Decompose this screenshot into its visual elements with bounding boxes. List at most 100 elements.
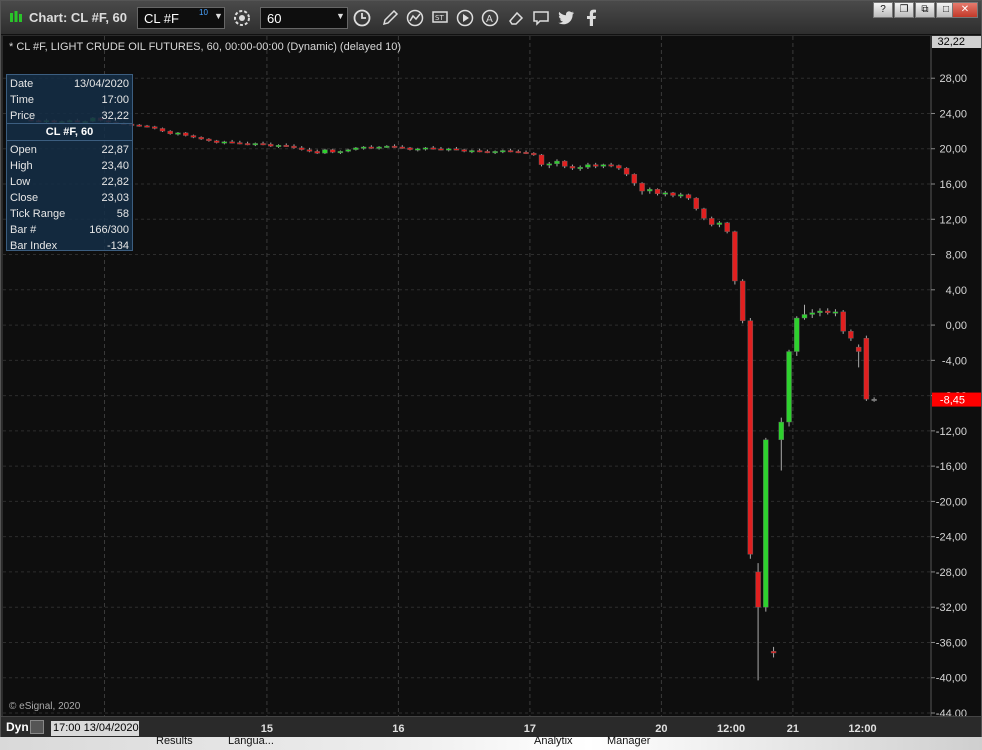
pencil-icon[interactable] [378,7,402,29]
cursor-time-label: 17:00 13/04/2020 [51,721,139,736]
candle-down [724,222,730,232]
candle-down [461,149,467,152]
candle-down [523,152,529,154]
candle-down [747,320,754,555]
candle-up [662,192,668,195]
data-row-value: 23,40 [101,160,129,172]
data-row-low: Low 22,82 [7,174,132,190]
candle-down [670,192,676,196]
taskbar-item[interactable]: Results [156,735,193,747]
x-tick-label: 15 [260,723,274,735]
price-chart[interactable]: 28,00 24,00 20,00 16,00 12,00 8,00 4,00 0,00 -4,… [3,36,981,716]
taskbar-item[interactable]: Langua... [228,735,274,747]
candle-up [469,150,475,153]
candle-up [500,150,506,153]
candle-up [345,149,351,152]
chart-pane[interactable]: 28,00 24,00 20,00 16,00 12,00 8,00 4,00 0,00 -4,… [3,36,981,716]
data-row-key: Open [10,144,37,156]
close-button[interactable]: ✕ [952,2,978,18]
copyright: © eSignal, 2020 [9,701,81,712]
y-tick-label: -44,00 [936,708,967,716]
play-icon[interactable] [453,7,477,29]
x-tick-label: 21 [786,723,800,735]
candle-up [546,163,552,166]
candle-down [654,189,661,194]
chart-window: Chart: CL #F, 60 CL #F 10 ▼ 60 ▼ ST A ? … [0,0,982,750]
data-row-key: Tick Range [10,208,66,220]
y-tick-label: 16,00 [939,179,967,191]
data-row-key: Bar # [10,224,37,236]
candle-down [368,146,375,149]
candle-up [786,351,792,423]
candle-down [152,126,158,129]
y-tick-label: 8,00 [946,250,967,262]
candle-up [763,439,769,608]
candle-down [291,145,297,149]
chart-header: * CL #F, LIGHT CRUDE OIL FUTURES, 60, 00… [9,41,402,53]
candle-up [716,222,723,225]
taskbar-item[interactable]: Manager [607,735,650,747]
candle-up [322,149,328,154]
analyze-icon[interactable]: A [478,7,502,29]
candle-down [237,142,243,145]
candle-up [415,148,421,151]
chevron-down-icon[interactable]: ▼ [336,11,345,21]
data-row-value: -134 [106,240,129,252]
comment-icon[interactable] [529,7,553,29]
candle-down [538,154,545,165]
taskbar: Results Langua... Analytix Manager [0,735,982,750]
data-row-tick-range: Tick Range 58 [7,206,132,222]
chevron-down-icon[interactable]: ▼ [214,11,223,21]
dynamic-mode-label[interactable]: Dyn [6,720,29,734]
candle-down [299,147,305,150]
candle-down [476,150,483,153]
candle-down [182,132,189,136]
taskbar-item[interactable]: Analytix [534,735,573,747]
candle-down [623,167,630,175]
data-row-key: High [10,160,33,172]
data-row-value: 13/04/2020 [73,78,129,90]
link-window-button[interactable]: ⧉ [915,2,935,18]
data-row-key: Time [10,94,35,106]
candle-down [701,208,707,219]
data-row-value: 22,87 [101,144,129,156]
candle-down [848,331,854,339]
candle-up [647,189,653,192]
y-tick-label: -40,00 [936,673,967,685]
symbol-input[interactable]: CL #F [137,7,225,29]
candle-up [600,164,607,167]
study-icon[interactable]: ST [429,7,453,29]
data-row-bar-: Bar # 166/300 [7,222,132,238]
twitter-icon[interactable] [554,7,578,29]
y-tick-label: 12,00 [939,214,967,226]
candle-up [175,132,181,135]
candle-down [531,152,537,156]
time-axis-bar: Dyn 17:00 13/04/2020 15 16 17 20 12:00 21 12:0… [1,716,981,738]
candle-down [268,144,274,147]
y-tick-label: -12,00 [936,426,967,438]
y-tick-label: -16,00 [936,461,967,473]
x-tick-label: 12:00 [848,723,877,735]
candle-up [817,310,823,313]
restore-button[interactable]: ❐ [894,2,914,18]
data-row-key: Close [10,192,39,204]
clock-icon[interactable] [350,7,374,29]
settings-icon[interactable] [230,7,254,29]
candle-down [438,148,444,151]
interval-input[interactable]: 60 [260,7,348,29]
lock-icon[interactable] [30,720,44,734]
help-button[interactable]: ? [873,2,893,18]
title-bar[interactable]: Chart: CL #F, 60 CL #F 10 ▼ 60 ▼ ST A ? … [1,1,981,35]
svg-text:ST: ST [435,14,444,22]
line-draw-icon[interactable] [403,7,427,29]
candle-down [507,150,514,153]
facebook-icon[interactable] [579,7,603,29]
y-tick-label: -36,00 [936,637,967,649]
candle-flat [871,398,877,401]
candle-up [794,317,800,352]
candle-down [190,135,197,138]
candle-up [360,146,367,149]
eraser-icon[interactable] [504,7,528,29]
candle-up [252,143,259,146]
y-tick-label: -20,00 [936,496,967,508]
